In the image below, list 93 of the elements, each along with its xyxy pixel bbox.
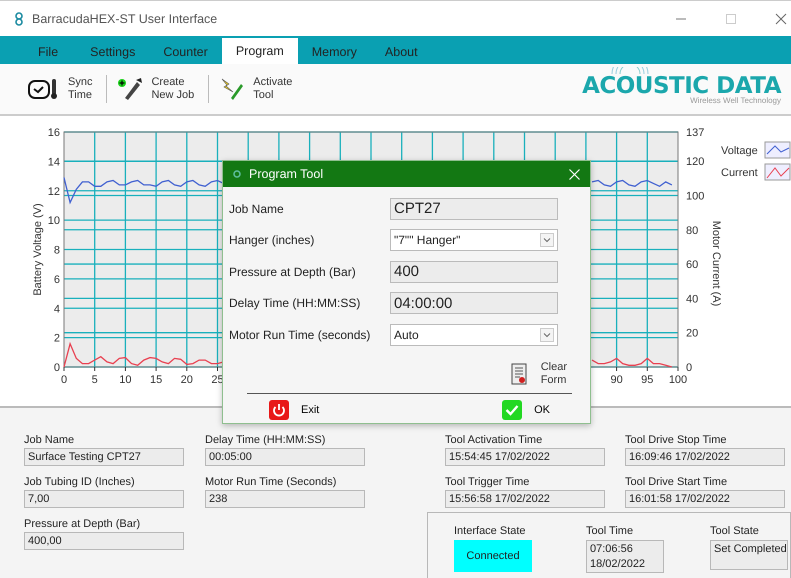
- clear-form-button[interactable]: Clear Form: [510, 360, 567, 386]
- axis-tick-label: 60: [686, 259, 698, 272]
- menu-tab[interactable]: Counter: [149, 40, 222, 64]
- readonly-field: 00:05:00: [205, 448, 365, 466]
- window-title: BarracudaHEX-ST User Interface: [32, 12, 218, 26]
- field-label: Motor Run Time (Seconds): [205, 476, 338, 488]
- field-label: Job Tubing ID (Inches): [24, 476, 136, 488]
- axis-tick-label: 20: [180, 374, 193, 386]
- axis-tick-label: 100: [668, 374, 688, 386]
- logo-tagline: Wireless Well Technology: [690, 96, 781, 105]
- field-label: Tool Drive Start Time: [625, 476, 728, 488]
- field-label: Tool Drive Stop Time: [625, 434, 728, 446]
- axis-tick-label: 12: [48, 186, 60, 198]
- axis-tick-label: 100: [686, 190, 704, 202]
- field-label: Interface State: [454, 525, 527, 537]
- readonly-field: 238: [205, 490, 365, 508]
- exit-button[interactable]: Exit: [269, 400, 320, 420]
- menu-tab[interactable]: File: [18, 40, 76, 64]
- ok-button[interactable]: OK: [502, 400, 550, 420]
- input-field[interactable]: 400: [390, 260, 558, 283]
- readonly-field: 15:54:45 17/02/2022: [445, 448, 605, 466]
- axis-tick-label: 15: [150, 374, 162, 386]
- logo-wordmark: ACOUSTIC DATA: [582, 74, 781, 98]
- axis-tick-label: 80: [686, 224, 698, 237]
- dropdown[interactable]: Auto: [390, 324, 558, 346]
- axis-tick-label: 20: [686, 328, 698, 340]
- readonly-field: Set Completed: [710, 540, 788, 570]
- axis-title: Battery Voltage (V): [32, 203, 44, 296]
- legend-label: Current: [721, 167, 758, 179]
- axis-tick-label: 120: [686, 156, 704, 168]
- close-icon[interactable]: [775, 12, 787, 24]
- menu-tab[interactable]: About: [370, 40, 432, 64]
- readonly-field: 15:56:58 17/02/2022: [445, 490, 605, 508]
- toolbar-button[interactable]: Create New Job: [117, 76, 194, 102]
- axis-tick-label: 2: [54, 332, 60, 345]
- axis-tick-label: 90: [610, 374, 623, 386]
- axis-tick-label: 14: [48, 156, 60, 168]
- app-icon: [14, 12, 24, 26]
- field-label: Delay Time (HH:MM:SS): [229, 296, 362, 310]
- toolbar-button[interactable]: Activate Tool: [219, 76, 292, 102]
- axis-tick-label: 10: [119, 374, 132, 386]
- axis-tick-label: 95: [641, 374, 654, 386]
- readonly-field: 07:06:56 18/02/2022: [586, 540, 664, 573]
- connection-indicator: Connected: [454, 540, 532, 572]
- axis-tick-label: 5: [92, 374, 98, 386]
- field-label: Job Name: [229, 202, 285, 216]
- lightning-tool-icon: [219, 76, 246, 102]
- axis-tick-label: 8: [54, 244, 60, 256]
- menu-tab[interactable]: Program: [222, 38, 298, 64]
- axis-tick-label: 40: [686, 293, 698, 306]
- field-label: Tool Activation Time: [445, 434, 544, 446]
- field-label: Hanger (inches): [229, 233, 316, 248]
- axis-tick-label: 6: [54, 274, 60, 286]
- field-label: Tool State: [710, 525, 760, 537]
- chevron-down-icon: [540, 328, 554, 342]
- document-icon: [510, 362, 527, 384]
- axis-tick-label: 10: [48, 215, 60, 228]
- sound-rings-icon: [610, 67, 650, 74]
- field-label: Pressure at Depth (Bar): [229, 264, 357, 279]
- menu-tab[interactable]: Memory: [298, 40, 371, 64]
- field-label: Pressure at Depth (Bar): [24, 518, 142, 530]
- axis-tick-label: 16: [48, 127, 60, 139]
- chevron-down-icon: [540, 233, 554, 248]
- legend-swatch: [764, 164, 790, 180]
- readonly-field: 16:01:58 17/02/2022: [625, 490, 785, 508]
- app-icon: [233, 169, 241, 179]
- field-label: Tool Time: [586, 525, 634, 537]
- checkmark-icon: [502, 400, 522, 420]
- legend-swatch: [764, 142, 790, 158]
- legend-label: Voltage: [721, 145, 758, 157]
- power-icon: [269, 400, 289, 420]
- dialog-title: Program Tool: [249, 167, 324, 181]
- axis-tick-label: 0: [54, 362, 60, 374]
- readonly-field: 16:09:46 17/02/2022: [625, 448, 785, 466]
- menu-tab[interactable]: Settings: [76, 40, 150, 64]
- axis-tick-label: 137: [686, 127, 704, 139]
- input-field[interactable]: CPT27: [390, 198, 558, 220]
- input-field[interactable]: 04:00:00: [390, 292, 558, 314]
- axis-tick-label: 4: [54, 303, 60, 316]
- readonly-field: Surface Testing CPT27: [24, 448, 184, 466]
- field-label: Delay Time (HH:MM:SS): [205, 434, 326, 446]
- axis-tick-label: 0: [60, 374, 68, 386]
- clock-thermometer-icon: [28, 77, 60, 101]
- readonly-field: 7,00: [24, 490, 184, 508]
- dropdown[interactable]: "7"" Hanger": [390, 229, 558, 252]
- axis-tick-label: 0: [686, 362, 692, 374]
- field-label: Tool Trigger Time: [445, 476, 530, 488]
- toolbar-button[interactable]: Sync Time: [28, 76, 92, 102]
- readonly-field: 400,00: [24, 532, 184, 550]
- axis-title: Motor Current (A): [710, 220, 722, 306]
- field-label: Job Name: [24, 434, 76, 446]
- wrench-plus-icon: [117, 76, 144, 102]
- field-label: Motor Run Time (seconds): [229, 328, 372, 342]
